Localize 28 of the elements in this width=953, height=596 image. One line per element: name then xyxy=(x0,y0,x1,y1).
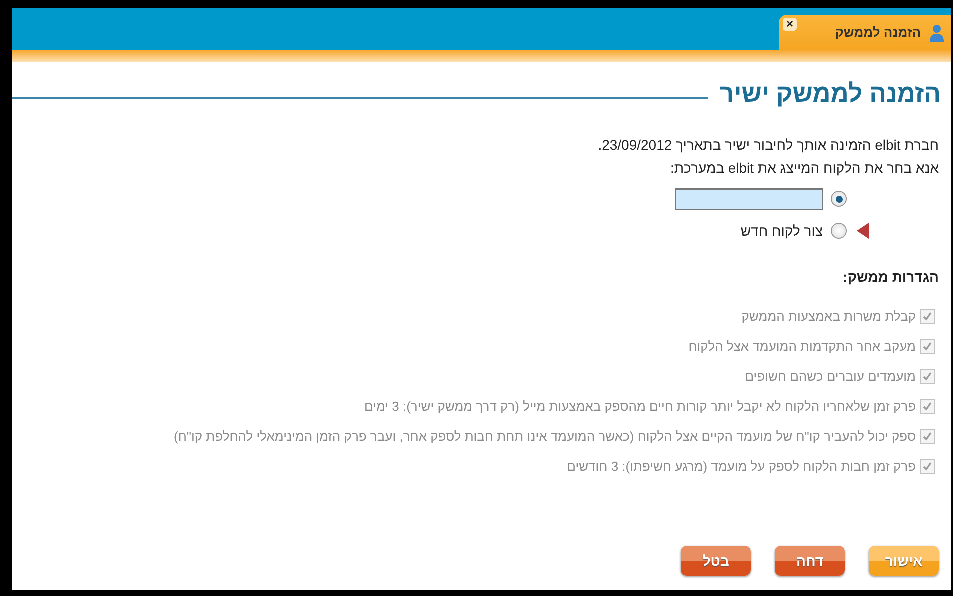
radio-button[interactable] xyxy=(831,191,847,207)
tab-title: הזמנה לממשק xyxy=(835,25,921,40)
setting-label: מועמדים עוברים כשהם חשופים xyxy=(745,368,916,384)
setting-label: קבלת משרות באמצעות הממשק xyxy=(742,308,916,324)
close-button[interactable]: × xyxy=(783,18,797,31)
setting-label: פרק זמן חבות הלקוח לספק על מועמד (מרגע חשיפתו): 3 חודשים xyxy=(567,458,916,474)
section-title: הגדרות ממשק: xyxy=(842,269,939,285)
action-button[interactable]: אישור xyxy=(869,546,939,576)
setting-label: פרק זמן שלאחריו הלקוח לא יקבל יותר קורות חיים מהספק באמצעות מייל (רק דרך ממשק ישיר): 3 ימים xyxy=(364,398,916,414)
page-title: הזמנה לממשק ישיר xyxy=(720,80,941,109)
check-icon xyxy=(922,370,933,382)
setting-label: מעקב אחר התקדמות המועמד אצל הלקוח xyxy=(688,338,916,354)
intro-text: חברת elbit הזמינה אותך לחיבור ישיר בתאריך 23/09/2012. xyxy=(597,137,939,154)
check-icon xyxy=(922,400,933,412)
check-icon xyxy=(922,340,933,352)
action-button[interactable]: דחה xyxy=(775,546,845,576)
option-label: צור לקוח חדש xyxy=(740,223,823,239)
check-icon xyxy=(922,460,933,472)
check-icon xyxy=(922,430,933,442)
action-button[interactable]: בטל xyxy=(681,546,751,576)
setting-label: ספק יכול להעביר קו"ח של מועמד הקיים אצל הלקוח (כאשר המועמד אינו תחת חבות לספק אחר, ועבר פרק הזמן המינימאלי להחלפת קו"ח) xyxy=(174,428,916,444)
check-icon xyxy=(922,310,933,322)
user-icon xyxy=(929,24,945,42)
tab[interactable]: הזמנה לממשק × xyxy=(779,15,951,50)
intro-text: אנא בחר את הלקוח המייצג את elbit במערכת: xyxy=(669,160,939,177)
customer-field[interactable] xyxy=(675,188,823,210)
radio-button[interactable] xyxy=(831,223,847,239)
arrow-icon xyxy=(857,223,869,239)
